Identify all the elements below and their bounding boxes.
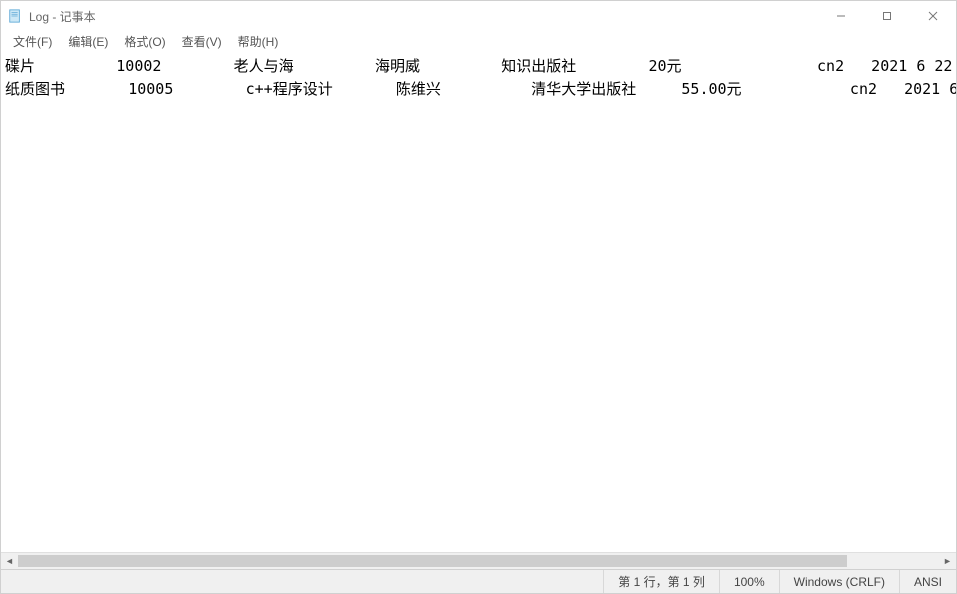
statusbar: 第 1 行，第 1 列 100% Windows (CRLF) ANSI: [1, 569, 956, 593]
menu-view[interactable]: 查看(V): [174, 31, 230, 52]
window-title: Log - 记事本: [29, 8, 96, 25]
menu-edit[interactable]: 编辑(E): [60, 31, 116, 52]
scroll-thumb[interactable]: [18, 555, 847, 567]
menu-file[interactable]: 文件(F): [5, 31, 60, 52]
minimize-button[interactable]: [818, 1, 864, 31]
notepad-icon: [7, 8, 23, 24]
scroll-right-arrow-icon[interactable]: ►: [939, 553, 956, 570]
status-encoding: ANSI: [899, 570, 956, 593]
window-controls: [818, 1, 956, 31]
status-lineending: Windows (CRLF): [779, 570, 899, 593]
scroll-left-arrow-icon[interactable]: ◄: [1, 553, 18, 570]
maximize-button[interactable]: [864, 1, 910, 31]
editor-wrap: 碟片 10002 老人与海 海明威 知识出版社 20元 cn2 2021 6 2…: [1, 53, 956, 569]
text-editor[interactable]: 碟片 10002 老人与海 海明威 知识出版社 20元 cn2 2021 6 2…: [1, 53, 956, 552]
status-spacer: [1, 570, 603, 593]
close-button[interactable]: [910, 1, 956, 31]
scroll-track[interactable]: [18, 553, 939, 569]
menu-help[interactable]: 帮助(H): [230, 31, 287, 52]
menubar: 文件(F) 编辑(E) 格式(O) 查看(V) 帮助(H): [1, 31, 956, 53]
horizontal-scrollbar[interactable]: ◄ ►: [1, 552, 956, 569]
status-position: 第 1 行，第 1 列: [603, 570, 719, 593]
status-zoom: 100%: [719, 570, 779, 593]
menu-format[interactable]: 格式(O): [116, 31, 173, 52]
titlebar: Log - 记事本: [1, 1, 956, 31]
